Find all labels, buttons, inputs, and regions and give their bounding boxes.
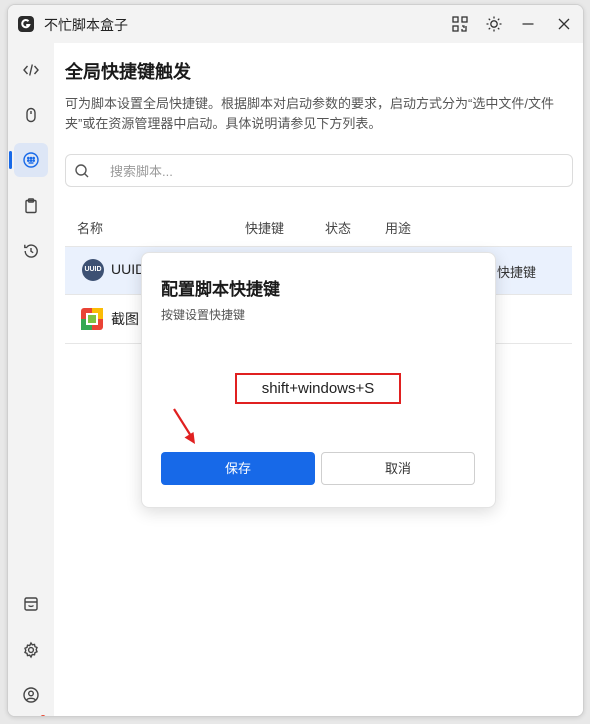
sidebar-item-settings[interactable] xyxy=(14,633,48,667)
store-icon xyxy=(24,597,38,611)
sun-icon xyxy=(486,16,502,32)
title-bar: 不忙脚本盒子 xyxy=(8,5,583,43)
page-description: 可为脚本设置全局快捷键。根据脚本对启动参数的要求，启动方式分为“选中文件/文件夹… xyxy=(65,96,554,131)
history-icon xyxy=(24,244,38,258)
user-icon xyxy=(23,687,39,703)
row-name: 截图 xyxy=(111,311,139,327)
dialog-title: 配置脚本快捷键 xyxy=(161,280,280,299)
mouse-icon xyxy=(26,107,36,123)
theme-toggle-button[interactable] xyxy=(483,13,505,35)
search-icon xyxy=(75,164,89,178)
qr-code-button[interactable] xyxy=(449,13,471,35)
column-header-shortcut: 快捷键 xyxy=(245,221,285,236)
sidebar-item-mouse[interactable] xyxy=(14,98,48,132)
gear-icon xyxy=(24,641,38,659)
minimize-button[interactable] xyxy=(517,13,539,35)
cancel-button[interactable]: 取消 xyxy=(321,452,475,485)
keyboard-icon xyxy=(23,152,39,168)
sidebar-item-history[interactable] xyxy=(14,234,48,268)
search-box[interactable] xyxy=(65,154,573,187)
column-header-status: 状态 xyxy=(325,221,352,236)
screenshot-icon xyxy=(81,308,103,330)
sidebar-item-keyboard[interactable] xyxy=(14,143,48,177)
sidebar-item-account[interactable] xyxy=(14,678,48,712)
active-indicator xyxy=(9,151,12,169)
sidebar-item-clipboard[interactable] xyxy=(14,189,48,223)
column-header-usage: 用途 xyxy=(385,221,412,236)
close-button[interactable] xyxy=(553,13,575,35)
clipboard-icon xyxy=(25,198,37,214)
sidebar xyxy=(8,43,54,716)
shortcut-display[interactable]: shift+windows+S xyxy=(235,373,401,404)
app-logo-icon xyxy=(18,16,34,32)
close-icon xyxy=(558,18,570,30)
annotation-arrow-icon xyxy=(173,408,195,444)
code-icon xyxy=(23,64,39,76)
uuid-icon: UUID xyxy=(82,259,104,281)
sidebar-item-code[interactable] xyxy=(14,53,48,87)
save-button[interactable]: 保存 xyxy=(161,452,315,485)
search-input[interactable] xyxy=(108,160,552,182)
notification-badge xyxy=(40,715,46,716)
app-title: 不忙脚本盒子 xyxy=(44,17,128,33)
minimize-icon xyxy=(522,23,534,25)
dialog-subtitle: 按键设置快捷键 xyxy=(161,308,246,322)
row-usage: 快捷键 xyxy=(497,265,537,280)
qr-code-icon xyxy=(452,16,468,32)
page-title: 全局快捷键触发 xyxy=(65,62,191,82)
shortcut-config-dialog: 配置脚本快捷键 按键设置快捷键 shift+windows+S 保存 取消 xyxy=(141,252,496,508)
sidebar-item-store[interactable] xyxy=(14,587,48,621)
column-header-name: 名称 xyxy=(77,221,104,236)
